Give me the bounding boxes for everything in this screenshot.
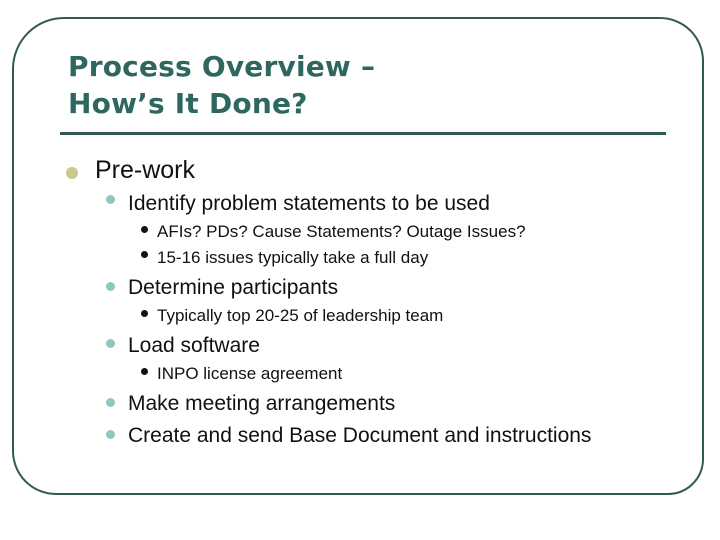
bullet-load: Load software [128,334,260,357]
slide-body: Pre-work Identify problem statements to … [0,0,720,540]
bullet-icon [141,310,148,317]
bullet-icon [106,195,115,204]
bullet-icon [106,430,115,439]
bullet-create: Create and send Base Document and instru… [128,424,592,447]
bullet-icon [106,339,115,348]
bullet-typically: Typically top 20-25 of leadership team [157,306,444,325]
bullet-identify: Identify problem statements to be used [128,192,490,215]
bullet-prework: Pre-work [95,156,196,184]
bullet-issues: 15-16 issues typically take a full day [157,248,429,267]
bullet-inpo: INPO license agreement [157,364,343,383]
bullet-determine: Determine participants [128,276,339,299]
bullet-icon [141,226,148,233]
bullet-icon [106,398,115,407]
bullet-afis: AFIs? PDs? Cause Statements? Outage Issu… [157,222,526,241]
bullet-icon [106,282,115,291]
bullet-icon [66,167,78,179]
bullet-icon [141,368,148,375]
bullet-icon [141,251,148,258]
bullet-meeting: Make meeting arrangements [128,392,396,415]
